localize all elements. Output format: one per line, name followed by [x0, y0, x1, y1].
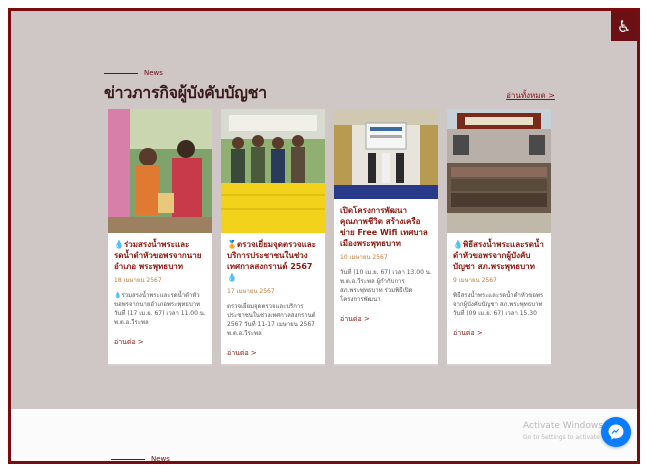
- card-description: พิธีสรงน้ำพระและรดน้ำดำหัวขอพรจากผู้บังค…: [453, 292, 544, 317]
- card-description: ตรวจเยี่ยมจุดตรวจและบริการประชาชนในช่วงเ…: [227, 303, 316, 337]
- card-date: 10 เมษายน 2567: [340, 254, 388, 261]
- news-card[interactable]: 💧พิธีสรงน้ำพระและรดน้ำดำหัวขอพรจากผู้บัง…: [447, 109, 551, 366]
- read-all-link[interactable]: อ่านทั้งหมด >: [506, 89, 555, 102]
- section-tag-label: News: [144, 69, 163, 77]
- checkpoint-photo-icon[interactable]: [221, 109, 325, 233]
- card-date: 9 เมษายน 2567: [453, 277, 497, 284]
- group-photo-icon[interactable]: [447, 109, 551, 233]
- next-section-tag-label: News: [151, 455, 170, 463]
- tag-divider: [104, 72, 138, 74]
- card-title[interactable]: ตรวจเยี่ยมจุดตรวจและบริการประชาชนในช่วงเ…: [227, 240, 316, 271]
- card-date: 17 เมษายน 2567: [227, 288, 275, 295]
- accessibility-icon[interactable]: ♿: [611, 11, 637, 41]
- news-card[interactable]: 🏅ตรวจเยี่ยมจุดตรวจและบริการประชาชนในช่วง…: [221, 109, 325, 366]
- news-card[interactable]: 💧ร่วมสรงน้ำพระและรดน้ำดำหัวขอพรจากนายอำเ…: [108, 109, 212, 366]
- section-tag: News: [104, 69, 163, 77]
- ceremony-photo-icon[interactable]: [334, 109, 438, 199]
- next-section-tag: News: [111, 455, 170, 463]
- card-title[interactable]: พิธีสรงน้ำพระและรดน้ำดำหัวขอพรจากผู้บังค…: [453, 240, 544, 271]
- read-more-link[interactable]: อ่านต่อ >: [340, 314, 432, 325]
- read-more-link[interactable]: อ่านต่อ >: [453, 328, 545, 339]
- card-title[interactable]: ร่วมสรงน้ำพระและรดน้ำดำหัวขอพรจากนายอำเภ…: [114, 240, 201, 271]
- news-card[interactable]: เปิดโครงการพัฒนาคุณภาพชีวิต สร้างเครือข่…: [334, 109, 438, 366]
- section-heading: ข่าวภารกิจผู้บังคับบัญชา: [104, 83, 267, 102]
- read-more-link[interactable]: อ่านต่อ >: [114, 337, 206, 348]
- read-more-link[interactable]: อ่านต่อ >: [227, 348, 319, 359]
- card-title[interactable]: เปิดโครงการพัฒนาคุณภาพชีวิต สร้างเครือข่…: [340, 205, 432, 249]
- people-photo-icon[interactable]: [108, 109, 212, 233]
- card-date: 18 เมษายน 2567: [114, 277, 162, 284]
- messenger-icon[interactable]: [601, 417, 631, 447]
- news-cards: 💧ร่วมสรงน้ำพระและรดน้ำดำหัวขอพรจากนายอำเ…: [108, 109, 551, 366]
- card-description: ร่วมสรงน้ำพระและรดน้ำดำหัวขอพรจากนายอำเภ…: [114, 292, 206, 326]
- page-frame: ♿ News ข่าวภารกิจผู้บังคับบัญชา อ่านทั้ง…: [8, 8, 640, 464]
- card-description: วันที่ (10 เม.ย. 67) เวลา 13.00 น. พ.ต.อ…: [340, 269, 432, 303]
- tag-divider: [111, 458, 145, 460]
